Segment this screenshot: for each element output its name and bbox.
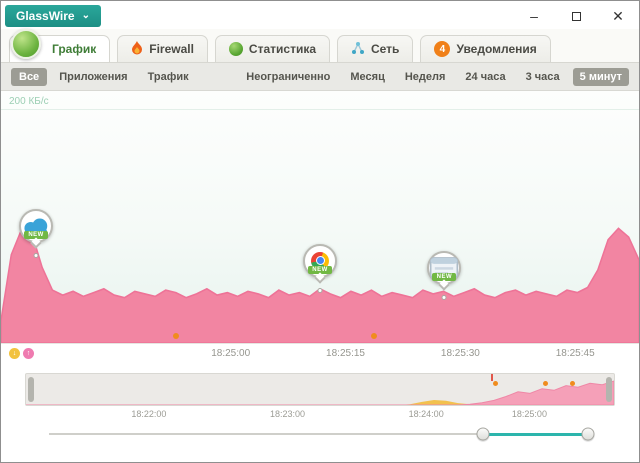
time-tick-label: 18:25:30 <box>441 348 480 359</box>
network-icon <box>351 41 365 58</box>
minimap-time-label: 18:25:00 <box>512 409 547 419</box>
minimize-icon: – <box>530 8 538 24</box>
axis-legend: ↓ ↑ <box>9 348 34 359</box>
marker-anchor-dot <box>318 288 323 293</box>
tab-graph-label: График <box>52 42 96 56</box>
tab-network-label: Сеть <box>371 42 399 56</box>
slider-selected-range[interactable] <box>483 433 589 436</box>
range-week-button[interactable]: Неделя <box>398 68 453 86</box>
close-button[interactable]: ✕ <box>597 4 639 28</box>
minimap-time-label: 18:22:00 <box>131 409 166 419</box>
minimize-button[interactable]: – <box>513 4 555 28</box>
flame-icon <box>131 41 143 58</box>
window-controls: – ✕ <box>513 4 639 28</box>
timeline-overview: 18:22:00 18:23:00 18:24:00 18:25:00 <box>1 363 639 446</box>
view-filter-group: Все Приложения Трафик <box>11 68 197 86</box>
tab-firewall[interactable]: Firewall <box>117 35 208 62</box>
range-month-button[interactable]: Месяц <box>343 68 391 86</box>
alerts-count-badge: 4 <box>434 41 450 57</box>
marker-anchor-dot <box>34 253 39 258</box>
glasswire-menu-button[interactable]: GlassWire ⌄ <box>5 5 101 27</box>
app-title: GlassWire <box>16 9 75 23</box>
filter-apps-button[interactable]: Приложения <box>51 68 135 86</box>
minimap-alert-dot <box>570 381 575 386</box>
range-unlimited-button[interactable]: Неограниченно <box>239 68 337 86</box>
minimap-alert-tick <box>491 374 493 381</box>
app-marker-desktop-app[interactable]: NEW <box>425 251 463 301</box>
range-24h-button[interactable]: 24 часа <box>458 68 512 86</box>
minimap-time-label: 18:23:00 <box>270 409 305 419</box>
chevron-down-icon: ⌄ <box>82 12 90 20</box>
time-tick-label: 18:25:45 <box>556 348 595 359</box>
filter-all-button[interactable]: Все <box>11 68 47 86</box>
minimap-edge-handle-left[interactable] <box>28 377 34 402</box>
tab-network[interactable]: Сеть <box>337 35 413 62</box>
statistics-icon <box>229 42 243 56</box>
alert-dot[interactable] <box>371 333 377 339</box>
tab-alerts[interactable]: 4 Уведомления <box>420 35 550 62</box>
glasswire-window: GlassWire ⌄ – ✕ График Firewall Статисти… <box>0 0 640 463</box>
traffic-graph[interactable]: 200 КБ/с NEW NEW <box>1 91 639 343</box>
filter-traffic-button[interactable]: Трафик <box>140 68 197 86</box>
timeline-handle-right[interactable] <box>582 428 595 441</box>
tab-bar: График Firewall Статистика Сеть 4 Уведом… <box>1 29 639 63</box>
minimap-time-labels: 18:22:00 18:23:00 18:24:00 18:25:00 <box>25 406 615 422</box>
glasswire-status-icon <box>11 29 41 59</box>
tab-statistics[interactable]: Статистика <box>215 35 330 62</box>
maximize-button[interactable] <box>555 4 597 28</box>
time-tick-label: 18:25:15 <box>326 348 365 359</box>
tab-firewall-label: Firewall <box>149 42 194 56</box>
titlebar: GlassWire ⌄ – ✕ <box>1 1 639 29</box>
minimap-edge-handle-right[interactable] <box>606 377 612 402</box>
app-marker-cloud[interactable]: NEW <box>17 209 55 259</box>
marker-anchor-dot <box>442 295 447 300</box>
maximize-icon <box>572 12 581 21</box>
range-5min-button[interactable]: 5 минут <box>573 68 629 86</box>
y-axis-max-label: 200 КБ/с <box>9 96 49 107</box>
minimap-time-label: 18:24:00 <box>409 409 444 419</box>
minimap[interactable] <box>25 373 615 406</box>
tab-statistics-label: Статистика <box>249 42 316 56</box>
app-marker-chrome[interactable]: NEW <box>301 244 339 294</box>
upload-indicator-icon[interactable]: ↑ <box>23 348 34 359</box>
filter-bar: Все Приложения Трафик Неограниченно Меся… <box>1 63 639 91</box>
minimap-alert-dot <box>493 381 498 386</box>
timeline-handle-left[interactable] <box>476 428 489 441</box>
time-range-group: Неограниченно Месяц Неделя 24 часа 3 час… <box>239 68 629 86</box>
close-icon: ✕ <box>612 8 624 25</box>
traffic-area-chart <box>1 91 639 343</box>
time-axis: ↓ ↑ 18:25:00 18:25:15 18:25:30 18:25:45 <box>1 343 639 363</box>
time-tick-label: 18:25:00 <box>211 348 250 359</box>
minimap-chart <box>26 374 614 405</box>
timeline-slider[interactable] <box>49 422 591 446</box>
range-3h-button[interactable]: 3 часа <box>519 68 567 86</box>
tab-alerts-label: Уведомления <box>456 42 536 56</box>
download-indicator-icon[interactable]: ↓ <box>9 348 20 359</box>
